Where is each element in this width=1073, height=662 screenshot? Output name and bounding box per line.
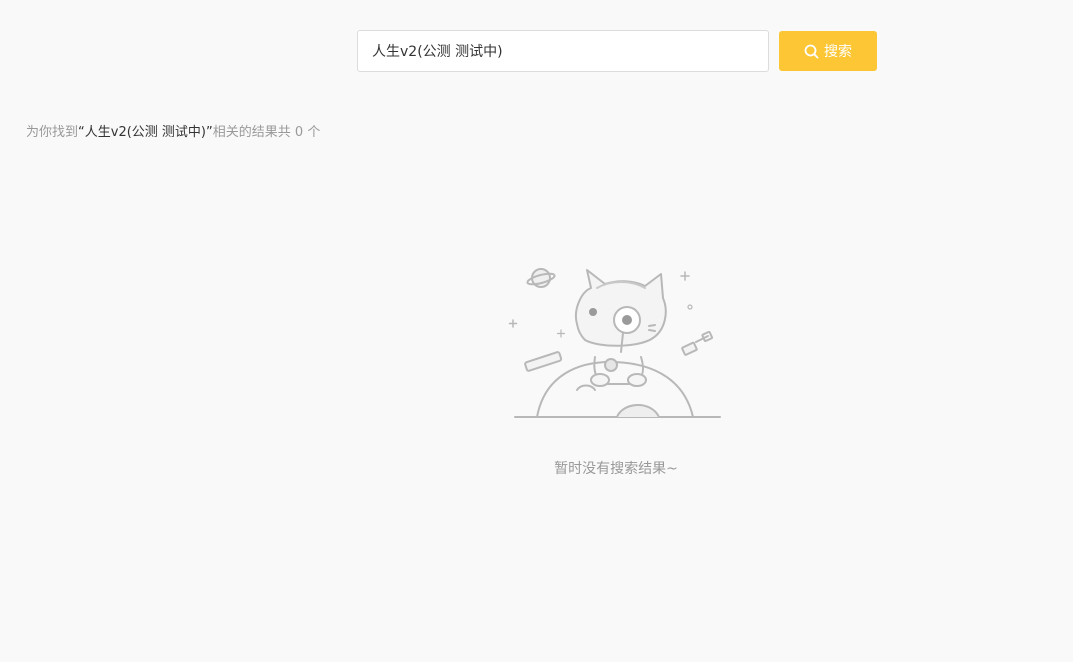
result-summary: 为你找到“人生v2(公测 测试中)”相关的结果共 0 个 [26,121,320,140]
search-button-label: 搜索 [824,44,852,60]
empty-state-illustration [508,268,721,418]
search-button[interactable]: 搜索 [779,31,877,71]
summary-suffix: 个 [307,125,321,140]
search-bar: 搜索 [357,30,877,72]
summary-prefix: 为你找到 [26,125,79,140]
search-results-page: 搜索 为你找到“人生v2(公测 测试中)”相关的结果共 0 个 [0,0,1073,662]
summary-count: 0 [294,125,304,140]
summary-middle: 相关的结果共 [212,125,291,140]
summary-open-quote: “ [78,125,85,140]
summary-keyword: 人生v2(公测 测试中) [84,125,207,140]
summary-close-quote: ” [206,125,213,140]
search-icon [804,44,819,59]
search-input[interactable] [357,30,769,72]
empty-state-message: 暂时没有搜索结果~ [554,461,678,477]
